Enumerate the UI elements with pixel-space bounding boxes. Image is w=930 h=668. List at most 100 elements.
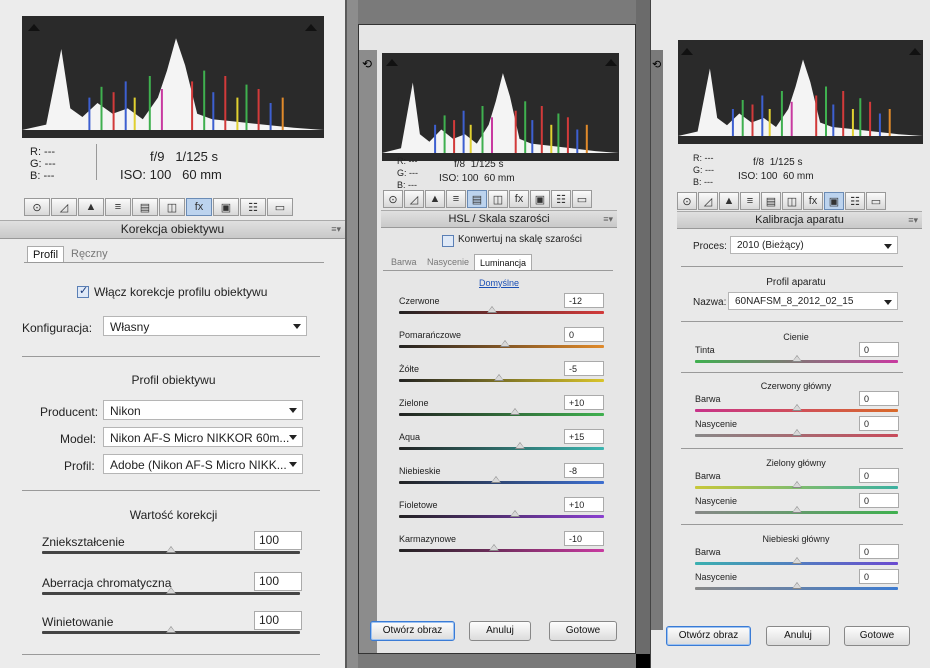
triangle-up-icon[interactable]: [386, 59, 398, 66]
slider-value[interactable]: 0: [564, 327, 604, 342]
rotate-icon[interactable]: ⟲: [652, 58, 661, 71]
panel-tab-icon[interactable]: ▲: [78, 198, 104, 216]
panel-tab-icon[interactable]: ≡: [740, 192, 760, 210]
panel-tab-icon[interactable]: ◫: [488, 190, 508, 208]
triangle-up-icon[interactable]: [305, 24, 317, 31]
slider-value[interactable]: 0: [859, 391, 899, 406]
panel-tab-icon[interactable]: ▣: [213, 198, 239, 216]
panel-tab-icon[interactable]: ⊙: [677, 192, 697, 210]
slider-track[interactable]: [399, 413, 604, 416]
slider-track[interactable]: [399, 481, 604, 484]
default-link[interactable]: Domyślne: [479, 278, 519, 288]
slider-value[interactable]: 0: [859, 342, 899, 357]
panel-tab-icon[interactable]: ▤: [761, 192, 781, 210]
slider-thumb[interactable]: [166, 626, 176, 633]
slider-thumb[interactable]: [792, 557, 802, 564]
tab-nasycenie[interactable]: Nasycenie: [422, 254, 474, 271]
slider-value[interactable]: 0: [859, 493, 899, 508]
panel-tab-icon[interactable]: ☷: [240, 198, 266, 216]
panel-tab-icon[interactable]: ▭: [572, 190, 592, 208]
slider-value[interactable]: 100: [254, 572, 302, 591]
slider-thumb[interactable]: [792, 429, 802, 436]
panel-tab-icon[interactable]: ▤: [132, 198, 158, 216]
slider-thumb[interactable]: [500, 340, 510, 347]
slider-track[interactable]: [399, 311, 604, 314]
panel-tab-icon[interactable]: ☷: [845, 192, 865, 210]
slider-thumb[interactable]: [510, 510, 520, 517]
slider-thumb[interactable]: [792, 355, 802, 362]
done-button[interactable]: Gotowe: [844, 626, 910, 646]
camera-profile-select[interactable]: 60NAFSM_8_2012_02_15: [728, 292, 898, 310]
panel-tab-icon[interactable]: fx: [803, 192, 823, 210]
slider-thumb[interactable]: [515, 442, 525, 449]
slider-thumb[interactable]: [792, 481, 802, 488]
cancel-button[interactable]: Anuluj: [766, 626, 830, 646]
menu-icon[interactable]: ≡▾: [908, 212, 918, 228]
tab-reczny[interactable]: Ręczny: [66, 246, 113, 263]
panel-tab-icon[interactable]: ▲: [719, 192, 739, 210]
panel-tab-icon[interactable]: ⊙: [383, 190, 403, 208]
slider-value[interactable]: +10: [564, 395, 604, 410]
cancel-button[interactable]: Anuluj: [469, 621, 531, 641]
slider-value[interactable]: +15: [564, 429, 604, 444]
process-select[interactable]: 2010 (Bieżący): [730, 236, 898, 254]
slider-thumb[interactable]: [792, 582, 802, 589]
slider-track[interactable]: [399, 515, 604, 518]
slider-thumb[interactable]: [792, 506, 802, 513]
panel-tab-icon[interactable]: ▣: [824, 192, 844, 210]
slider-thumb[interactable]: [166, 546, 176, 553]
panel-tab-icon[interactable]: ◿: [51, 198, 77, 216]
panel-tab-icon[interactable]: ≡: [105, 198, 131, 216]
triangle-up-icon[interactable]: [605, 59, 617, 66]
panel-tab-icon[interactable]: ▤: [467, 190, 487, 208]
slider-value[interactable]: 0: [859, 468, 899, 483]
slider-thumb[interactable]: [489, 544, 499, 551]
panel-tab-icon[interactable]: ▲: [425, 190, 445, 208]
slider-thumb[interactable]: [487, 306, 497, 313]
config-select[interactable]: Własny: [103, 316, 307, 336]
slider-value[interactable]: 0: [859, 569, 899, 584]
panel-tab-icon[interactable]: ◿: [698, 192, 718, 210]
slider-thumb[interactable]: [166, 587, 176, 594]
menu-icon[interactable]: ≡▾: [331, 221, 341, 237]
slider-value[interactable]: +10: [564, 497, 604, 512]
tab-profil[interactable]: Profil: [27, 246, 65, 263]
tab-luminancja[interactable]: Luminancja: [474, 254, 533, 271]
rotate-icon[interactable]: ⟲: [362, 57, 372, 71]
tab-barwa[interactable]: Barwa: [386, 254, 422, 271]
panel-tab-icon[interactable]: fx: [186, 198, 212, 216]
slider-value[interactable]: 0: [859, 544, 899, 559]
slider-thumb[interactable]: [491, 476, 501, 483]
slider-value[interactable]: 100: [254, 611, 302, 630]
slider-value[interactable]: -8: [564, 463, 604, 478]
panel-tab-icon[interactable]: ▭: [267, 198, 293, 216]
triangle-up-icon[interactable]: [681, 48, 693, 55]
slider-value[interactable]: 100: [254, 531, 302, 550]
grayscale-checkbox[interactable]: [442, 235, 454, 247]
slider-value[interactable]: -12: [564, 293, 604, 308]
triangle-up-icon[interactable]: [28, 24, 40, 31]
slider-value[interactable]: 0: [859, 416, 899, 431]
panel-tab-icon[interactable]: ▭: [866, 192, 886, 210]
producer-select[interactable]: Nikon: [103, 400, 303, 420]
panel-tab-icon[interactable]: ≡: [446, 190, 466, 208]
panel-tab-icon[interactable]: ◫: [159, 198, 185, 216]
enable-profile-checkbox[interactable]: [77, 284, 89, 298]
open-image-button[interactable]: Otwórz obraz: [666, 626, 751, 646]
open-image-button[interactable]: Otwórz obraz: [370, 621, 455, 641]
panel-tab-icon[interactable]: fx: [509, 190, 529, 208]
slider-thumb[interactable]: [792, 404, 802, 411]
done-button[interactable]: Gotowe: [549, 621, 617, 641]
panel-tab-icon[interactable]: ◿: [404, 190, 424, 208]
slider-track[interactable]: [399, 447, 604, 450]
panel-tab-icon[interactable]: ◫: [782, 192, 802, 210]
slider-thumb[interactable]: [494, 374, 504, 381]
model-select[interactable]: Nikon AF-S Micro NIKKOR 60m...: [103, 427, 303, 447]
profil-select[interactable]: Adobe (Nikon AF-S Micro NIKK...: [103, 454, 303, 474]
panel-tab-icon[interactable]: ▣: [530, 190, 550, 208]
slider-thumb[interactable]: [510, 408, 520, 415]
slider-value[interactable]: -5: [564, 361, 604, 376]
slider-value[interactable]: -10: [564, 531, 604, 546]
panel-tab-icon[interactable]: ⊙: [24, 198, 50, 216]
triangle-up-icon[interactable]: [909, 48, 921, 55]
